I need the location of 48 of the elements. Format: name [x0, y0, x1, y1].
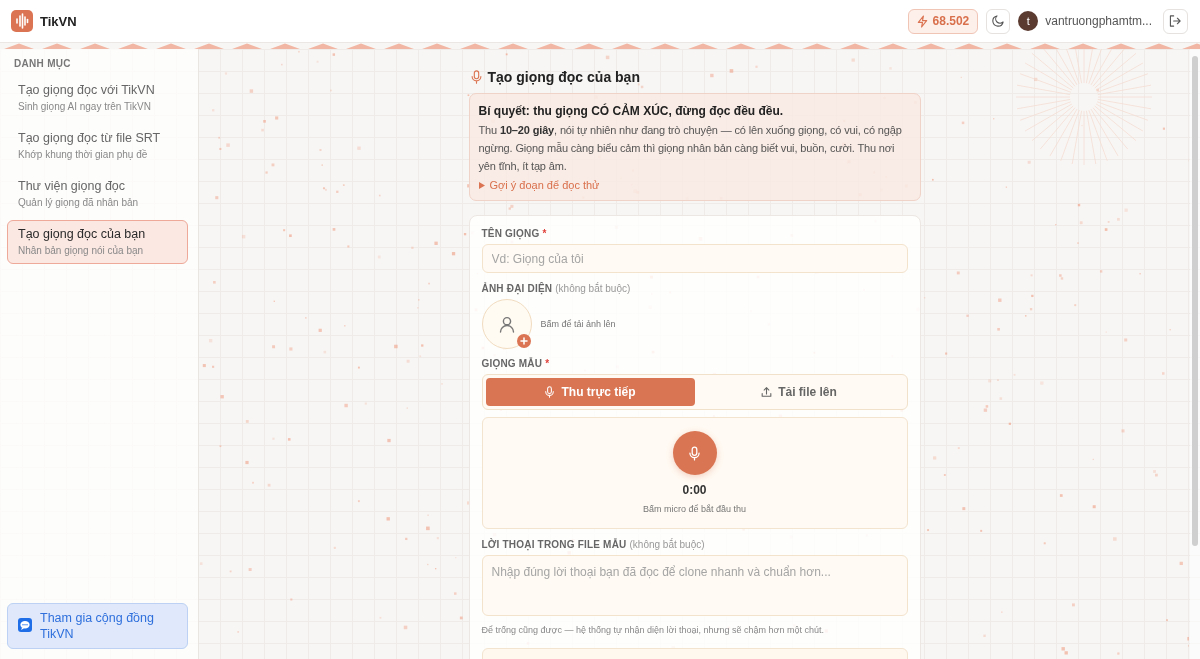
waveform-logo-icon	[11, 10, 33, 32]
sidebar-item-subtitle: Quản lý giọng đã nhân bản	[18, 196, 140, 209]
sidebar-item-subtitle: Khớp khung thời gian phụ đề	[18, 148, 149, 161]
microphone-icon	[470, 70, 482, 84]
sidebar-item-title[interactable]: Tạo giọng đọc của bạn	[18, 227, 177, 242]
recorder-hint: Bấm micro để bắt đầu thu	[642, 503, 747, 516]
sidebar-item-title[interactable]: Thư viện giọng đọc	[18, 179, 177, 194]
voice-name-input[interactable]: Vd: Giọng của tôi	[481, 244, 908, 273]
tip-text: Thu 10–20 giây, nói tự nhiên như đang trò chuyện — có lên xuống giọng, có vui, có ngập ngừng. Giọng mẫu càng biểu cảm thì giọng nhân bản càng biết vui, buồn, cười. Thu nơi yên tĩnh, ít tạp âm.	[478, 123, 903, 174]
help-text: Để trống cũng được — hệ thống tự nhận diện lời thoại, nhưng sẽ chậm hơn một chút.	[481, 624, 825, 637]
transcript-input[interactable]: Nhập đúng lời thoại bạn đã đọc để clone nhanh và chuẩn hơn...	[481, 555, 908, 616]
logout-button[interactable]	[1163, 8, 1188, 34]
field-label: LỜI THOẠI TRONG FILE MẪU (không bắt buộc)	[481, 538, 706, 552]
chat-icon	[18, 618, 32, 632]
user-name[interactable]: vantruongphamtm...	[1045, 14, 1152, 28]
sidebar-item[interactable]: Thư viện giọng đọc Quản lý giọng đã nhân bản	[7, 172, 188, 216]
sidebar-item-title[interactable]: Tạo giọng đọc với TikVN	[18, 83, 177, 98]
upload-icon	[761, 386, 773, 398]
sidebar-item[interactable]: Tạo giọng đọc từ file SRT Khớp khung thời gian phụ đề	[7, 124, 188, 168]
person-icon	[498, 315, 515, 333]
microphone-icon	[544, 386, 556, 398]
field-label: ẢNH ĐẠI DIỆN (không bắt buộc)	[481, 282, 632, 296]
source-tab[interactable]: Tải file lên	[694, 378, 904, 406]
community-link[interactable]: Tham gia cộng đồng TikVN	[7, 603, 188, 649]
page-title: Tạo giọng đọc của bạn	[487, 69, 640, 85]
sidebar-item-subtitle: Nhân bản giọng nói của bạn	[18, 244, 145, 257]
microphone-icon	[689, 445, 700, 461]
field-label: TÊN GIỌNG *	[481, 227, 548, 241]
avatar-upload-button[interactable]	[481, 299, 532, 349]
theme-toggle-button[interactable]	[986, 8, 1011, 34]
moon-icon	[992, 15, 1005, 27]
sidebar-heading: DANH MỤC	[13, 58, 72, 70]
scrollbar-thumb[interactable]	[1192, 56, 1198, 546]
field-label: GIỌNG MẪU *	[481, 357, 551, 371]
sidebar-item[interactable]: Tạo giọng đọc của bạn Nhân bản giọng nói của bạn	[7, 220, 188, 264]
upload-hint: Bấm để tải ảnh lên	[540, 319, 616, 329]
user-avatar[interactable]: t	[1018, 11, 1039, 31]
record-button[interactable]	[672, 431, 717, 475]
sidebar-item-subtitle: Sinh giọng AI ngay trên TikVN	[18, 100, 152, 113]
source-tab[interactable]: Thu trực tiếp	[485, 378, 695, 406]
sidebar-item-title[interactable]: Tạo giọng đọc từ file SRT	[18, 131, 177, 146]
brand-name: TikVN	[40, 13, 77, 29]
lightning-icon	[916, 14, 928, 28]
plus-icon	[516, 334, 531, 348]
logout-icon	[1169, 15, 1182, 27]
sidebar-item[interactable]: Tạo giọng đọc với TikVN Sinh giọng AI ngay trên TikVN	[7, 76, 188, 120]
tip-heading: Bí quyết: thu giọng CÓ CẢM XÚC, đừng đọc đều đều.	[478, 103, 785, 119]
recording-timer: 0:00	[682, 482, 707, 498]
